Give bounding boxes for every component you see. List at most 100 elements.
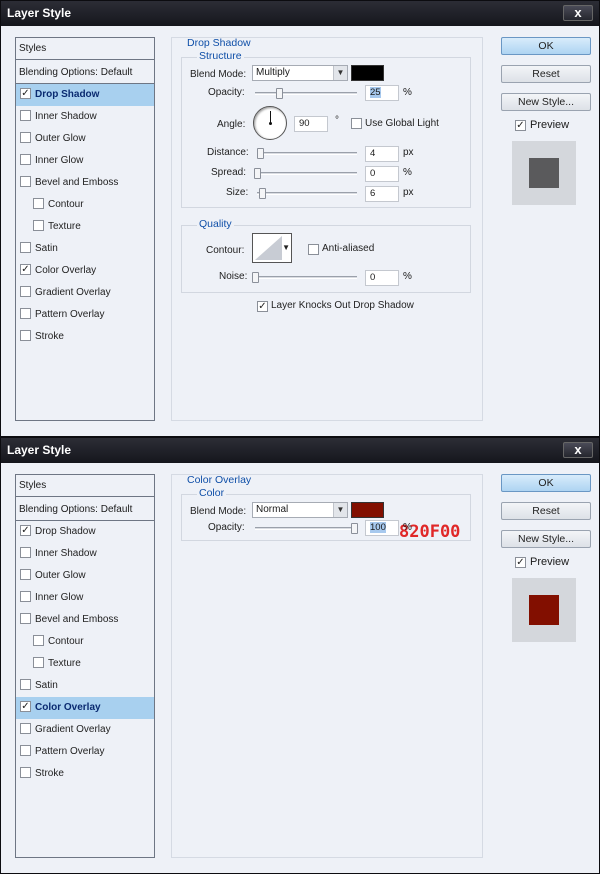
anti-aliased-checkbox[interactable]: [308, 244, 319, 255]
stroke-checkbox[interactable]: [20, 766, 31, 778]
stroke-checkbox[interactable]: [20, 329, 31, 341]
bevel-emboss-checkbox[interactable]: [20, 612, 31, 624]
style-item-satin[interactable]: Satin: [16, 238, 154, 260]
spread-slider[interactable]: [257, 172, 357, 175]
distance-slider-thumb[interactable]: [257, 148, 264, 159]
panel-title: Color Overlay: [187, 474, 252, 486]
layer-style-dialog-drop-shadow: Layer Style x Styles Blending Options: D…: [0, 0, 600, 437]
satin-checkbox[interactable]: [20, 678, 31, 690]
spread-slider-thumb[interactable]: [254, 168, 261, 179]
knockout-checkbox[interactable]: ✓: [257, 301, 268, 312]
distance-input[interactable]: 4: [365, 146, 399, 162]
inner-shadow-checkbox[interactable]: [20, 546, 31, 558]
size-slider[interactable]: [257, 192, 357, 195]
style-item-gradient-overlay[interactable]: Gradient Overlay: [16, 282, 154, 304]
preview-checkbox[interactable]: ✓: [515, 557, 526, 568]
inner-shadow-checkbox[interactable]: [20, 109, 31, 121]
color-title: Color: [197, 487, 227, 499]
new-style-button[interactable]: New Style...: [501, 93, 591, 111]
blend-mode-select[interactable]: Normal ▼: [252, 502, 348, 518]
opacity-slider-thumb[interactable]: [276, 88, 283, 99]
blend-mode-label: Blend Mode:: [190, 69, 247, 80]
style-item-contour[interactable]: Contour: [16, 631, 154, 653]
angle-dial[interactable]: [253, 106, 287, 140]
spread-label: Spread:: [211, 167, 247, 178]
preview-label: Preview: [530, 556, 570, 568]
drop-shadow-checkbox[interactable]: ✓: [20, 524, 31, 536]
opacity-slider[interactable]: [255, 527, 357, 530]
style-item-satin[interactable]: Satin: [16, 675, 154, 697]
opacity-input[interactable]: 25: [365, 85, 399, 101]
contour-checkbox[interactable]: [33, 197, 44, 209]
style-item-gradient-overlay[interactable]: Gradient Overlay: [16, 719, 154, 741]
style-item-color-overlay[interactable]: ✓ Color Overlay: [16, 260, 154, 282]
style-item-stroke[interactable]: Stroke: [16, 326, 154, 348]
pattern-overlay-checkbox[interactable]: [20, 744, 31, 756]
layer-style-dialog-color-overlay: Layer Style x Styles Blending Options: D…: [0, 437, 600, 874]
style-item-outer-glow[interactable]: Outer Glow: [16, 128, 154, 150]
contour-picker[interactable]: ▼: [252, 233, 292, 263]
dialog-title: Layer Style: [1, 1, 599, 26]
blending-options-item[interactable]: Blending Options: Default: [16, 499, 154, 521]
angle-input[interactable]: 90: [294, 116, 328, 132]
inner-glow-checkbox[interactable]: [20, 590, 31, 602]
blending-options-item[interactable]: Blending Options: Default: [16, 62, 154, 84]
shadow-color-swatch[interactable]: [351, 65, 384, 81]
distance-slider[interactable]: [257, 152, 357, 155]
preview-checkbox[interactable]: ✓: [515, 120, 526, 131]
close-button[interactable]: x: [563, 5, 593, 21]
style-item-inner-shadow[interactable]: Inner Shadow: [16, 543, 154, 565]
opacity-input[interactable]: 100: [365, 520, 399, 536]
satin-checkbox[interactable]: [20, 241, 31, 253]
style-item-outer-glow[interactable]: Outer Glow: [16, 565, 154, 587]
reset-button[interactable]: Reset: [501, 65, 591, 83]
blend-mode-select[interactable]: Multiply ▼: [252, 65, 348, 81]
style-item-color-overlay[interactable]: ✓ Color Overlay: [16, 697, 154, 719]
style-item-bevel-emboss[interactable]: Bevel and Emboss: [16, 172, 154, 194]
styles-header[interactable]: Styles: [16, 38, 154, 60]
outer-glow-checkbox[interactable]: [20, 568, 31, 580]
color-overlay-checkbox[interactable]: ✓: [20, 263, 31, 275]
size-slider-thumb[interactable]: [259, 188, 266, 199]
gradient-overlay-checkbox[interactable]: [20, 722, 31, 734]
size-input[interactable]: 6: [365, 186, 399, 202]
spread-input[interactable]: 0: [365, 166, 399, 182]
color-overlay-checkbox[interactable]: ✓: [20, 700, 31, 712]
style-item-contour[interactable]: Contour: [16, 194, 154, 216]
noise-slider[interactable]: [255, 276, 357, 279]
outer-glow-checkbox[interactable]: [20, 131, 31, 143]
style-item-pattern-overlay[interactable]: Pattern Overlay: [16, 304, 154, 326]
styles-header[interactable]: Styles: [16, 475, 154, 497]
opacity-unit: %: [403, 522, 412, 533]
inner-glow-checkbox[interactable]: [20, 153, 31, 165]
opacity-slider[interactable]: [255, 92, 357, 95]
noise-input[interactable]: 0: [365, 270, 399, 286]
bevel-emboss-checkbox[interactable]: [20, 175, 31, 187]
pattern-overlay-checkbox[interactable]: [20, 307, 31, 319]
gradient-overlay-checkbox[interactable]: [20, 285, 31, 297]
ok-button[interactable]: OK: [501, 37, 591, 55]
contour-label: Contour:: [206, 245, 245, 256]
style-item-texture[interactable]: Texture: [16, 653, 154, 675]
style-item-inner-glow[interactable]: Inner Glow: [16, 587, 154, 609]
style-item-stroke[interactable]: Stroke: [16, 763, 154, 785]
close-button[interactable]: x: [563, 442, 593, 458]
style-item-pattern-overlay[interactable]: Pattern Overlay: [16, 741, 154, 763]
drop-shadow-checkbox[interactable]: ✓: [20, 87, 31, 99]
new-style-button[interactable]: New Style...: [501, 530, 591, 548]
reset-button[interactable]: Reset: [501, 502, 591, 520]
opacity-slider-thumb[interactable]: [351, 523, 358, 534]
style-item-inner-glow[interactable]: Inner Glow: [16, 150, 154, 172]
ok-button[interactable]: OK: [501, 474, 591, 492]
contour-checkbox[interactable]: [33, 634, 44, 646]
style-item-inner-shadow[interactable]: Inner Shadow: [16, 106, 154, 128]
use-global-light-checkbox[interactable]: [351, 118, 362, 129]
style-item-texture[interactable]: Texture: [16, 216, 154, 238]
style-item-bevel-emboss[interactable]: Bevel and Emboss: [16, 609, 154, 631]
overlay-color-swatch[interactable]: [351, 502, 384, 518]
texture-checkbox[interactable]: [33, 219, 44, 231]
texture-checkbox[interactable]: [33, 656, 44, 668]
noise-slider-thumb[interactable]: [252, 272, 259, 283]
style-item-drop-shadow[interactable]: ✓ Drop Shadow: [16, 84, 154, 106]
style-item-drop-shadow[interactable]: ✓ Drop Shadow: [16, 521, 154, 543]
